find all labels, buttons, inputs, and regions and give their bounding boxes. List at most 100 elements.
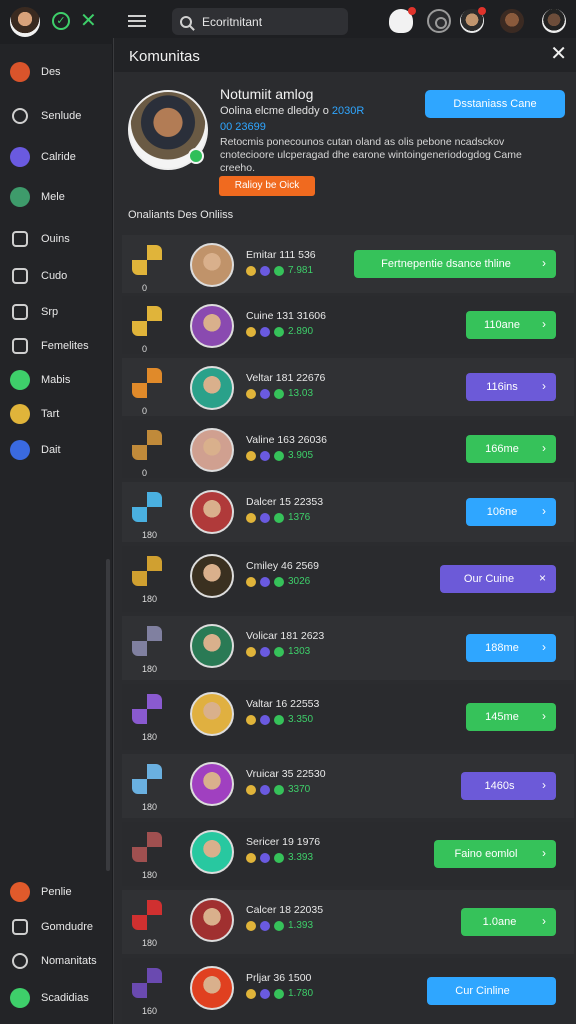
sidebar-bottom-item[interactable]: Penlie — [10, 880, 72, 904]
gem-icon — [260, 784, 270, 795]
player-avatar[interactable] — [190, 366, 234, 410]
sidebar-item-icon — [10, 988, 30, 1008]
player-avatar[interactable] — [190, 490, 234, 534]
list-item[interactable]: 0 Cuine 131 31606 2.890 110ane › — [122, 296, 574, 354]
player-score: 1.780 — [288, 988, 314, 999]
player-avatar[interactable] — [190, 428, 234, 472]
row-action-label: 1460s — [484, 780, 515, 792]
search-input[interactable] — [202, 14, 342, 29]
player-stats: 1.393 — [246, 920, 313, 931]
friend-avatar[interactable] — [460, 7, 486, 33]
player-avatar[interactable] — [190, 554, 234, 598]
sidebar-item[interactable]: Srp — [10, 300, 58, 324]
gem-icon — [260, 265, 270, 276]
list-item[interactable]: 160 Prljar 36 1500 1.780 Cur Cinline — [122, 958, 574, 1024]
sidebar-item[interactable]: Dait — [10, 438, 61, 462]
item-icon: 180 — [128, 830, 166, 880]
sidebar-item-label: Scadidias — [41, 992, 89, 1004]
settings-icon[interactable] — [427, 9, 451, 33]
row-action-button[interactable]: 1460s › — [461, 772, 556, 800]
row-action-label: Fertnepentie dsance thline — [381, 258, 511, 270]
player-name: Dalcer 15 22353 — [246, 496, 324, 508]
list-item[interactable]: 180 Sericer 19 1976 3.393 Faino eomlol › — [122, 822, 574, 886]
user-avatar[interactable] — [10, 7, 40, 37]
coin-icon — [246, 265, 256, 276]
player-avatar[interactable] — [190, 243, 234, 287]
player-avatar[interactable] — [190, 762, 234, 806]
sidebar-item-label: Femelites — [41, 340, 89, 352]
profile-action-button[interactable]: Ralioy be Oick — [219, 176, 315, 196]
sidebar-item-label: Mabis — [41, 374, 71, 386]
gem-icon — [260, 714, 270, 725]
profile-avatar[interactable] — [542, 9, 566, 33]
weapon-icon — [132, 430, 162, 460]
list-item[interactable]: 0 Veltar 181 22676 13.03 116ins › — [122, 358, 574, 416]
player-avatar[interactable] — [190, 966, 234, 1010]
sidebar-item-icon — [10, 147, 30, 167]
item-icon: 180 — [128, 692, 166, 742]
menu-icon[interactable] — [128, 12, 146, 28]
row-action-button[interactable]: Faino eomlol › — [434, 840, 556, 868]
close-icon[interactable]: ✕ — [80, 9, 97, 33]
list-item[interactable]: 180 Valtar 16 22553 3.350 145me › — [122, 684, 574, 750]
player-avatar[interactable] — [190, 898, 234, 942]
row-action-button[interactable]: Our Cuine × — [440, 565, 556, 593]
player-avatar[interactable] — [190, 304, 234, 348]
row-action-button[interactable]: 1.0ane › — [461, 908, 556, 936]
player-avatar[interactable] — [190, 692, 234, 736]
sidebar-bottom-item[interactable]: Scadidias — [10, 986, 89, 1010]
item-icon: 0 — [128, 366, 166, 416]
sidebar-item-icon — [10, 62, 30, 82]
row-action-button[interactable]: 110ane › — [466, 311, 556, 339]
row-action-button[interactable]: 106ne › — [466, 498, 556, 526]
item-icon: 0 — [128, 428, 166, 478]
friend-avatar[interactable] — [500, 9, 524, 33]
sidebar-item[interactable]: Cudo — [10, 264, 67, 288]
online-status-icon[interactable]: ✓ — [52, 12, 70, 30]
list-item[interactable]: 180 Cmiley 46 2569 3026 Our Cuine × — [122, 546, 574, 612]
weapon-icon — [132, 492, 162, 522]
row-action-button[interactable]: Fertnepentie dsance thline › — [354, 250, 556, 278]
sidebar-item[interactable]: Des — [10, 60, 61, 84]
chevron-right-icon: › — [542, 640, 546, 654]
sidebar-item-icon — [10, 370, 30, 390]
status-icon — [274, 714, 284, 725]
player-avatar[interactable] — [190, 830, 234, 874]
profile-avatar[interactable] — [128, 90, 208, 170]
status-icon — [274, 920, 284, 931]
row-action-button[interactable]: 188me › — [466, 634, 556, 662]
status-icon — [274, 852, 284, 863]
sidebar-scrollbar[interactable] — [106, 559, 110, 871]
list-item[interactable]: 180 Vruicar 35 22530 3370 1460s › — [122, 754, 574, 818]
list-item[interactable]: 180 Volicar 181 2623 1303 188me › — [122, 616, 574, 680]
sidebar-item[interactable]: Calride — [10, 145, 76, 169]
sidebar-item[interactable]: Senlude — [10, 104, 81, 128]
list-item[interactable]: 0 Emitar 111 536 7.981 Fertnepentie dsance … — [122, 235, 574, 293]
notification-icon[interactable] — [389, 7, 416, 33]
sidebar-item[interactable]: Femelites — [10, 334, 89, 358]
sidebar-bottom-item[interactable]: Nomanitats — [10, 949, 97, 973]
weapon-icon — [132, 900, 162, 930]
weapon-icon — [132, 626, 162, 656]
sidebar-item[interactable]: Mabis — [10, 368, 70, 392]
sidebar-bottom-item[interactable]: Gomdudre — [10, 915, 93, 939]
close-icon[interactable]: ✕ — [550, 44, 567, 64]
row-action-button[interactable]: Cur Cinline — [427, 977, 556, 1005]
coin-icon — [246, 326, 256, 337]
sidebar-item[interactable]: Ouins — [10, 227, 70, 251]
primary-cta-button[interactable]: Dsstaniass Cane — [425, 90, 565, 118]
player-name: Vruicar 35 22530 — [246, 768, 326, 780]
sidebar-item[interactable]: Mele — [10, 185, 65, 209]
search-bar[interactable] — [172, 8, 348, 35]
list-item[interactable]: 180 Calcer 18 22035 1.393 1.0ane › — [122, 890, 574, 954]
row-action-button[interactable]: 116ins › — [466, 373, 556, 401]
item-level: 0 — [142, 344, 148, 354]
row-action-button[interactable]: 166me › — [466, 435, 556, 463]
chevron-right-icon: › — [542, 914, 546, 928]
list-item[interactable]: 0 Valine 163 26036 3.905 166me › — [122, 420, 574, 478]
row-action-button[interactable]: 145me › — [466, 703, 556, 731]
row-action-label: 116ins — [486, 381, 518, 393]
player-avatar[interactable] — [190, 624, 234, 668]
sidebar-item[interactable]: Tart — [10, 402, 59, 426]
list-item[interactable]: 180 Dalcer 15 22353 1376 106ne › — [122, 482, 574, 542]
